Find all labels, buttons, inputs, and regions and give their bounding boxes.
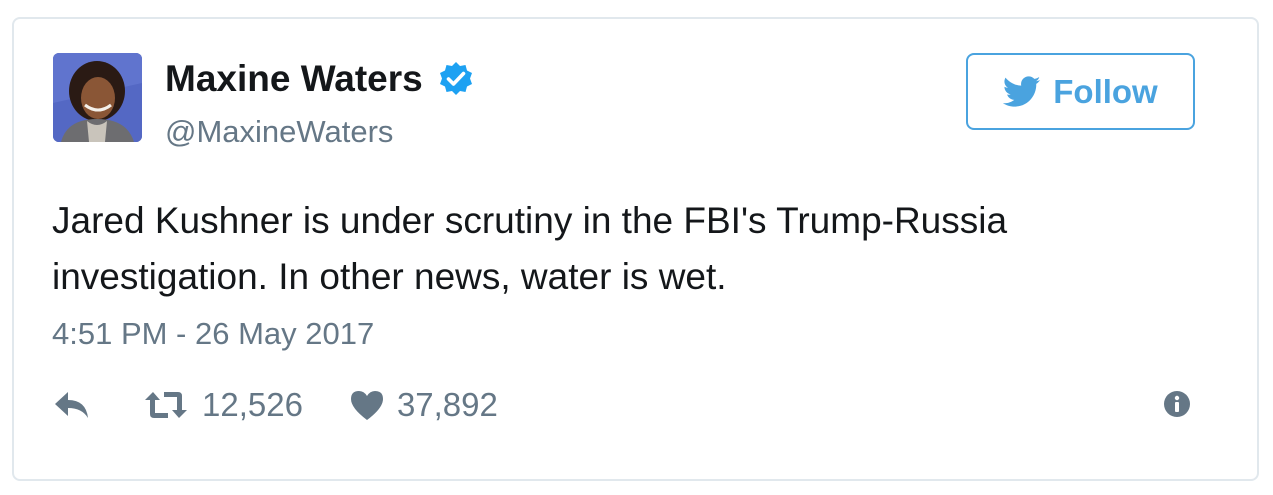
like-button[interactable]: 37,892 [303,383,498,427]
tweet-text: Jared Kushner is under scrutiny in the F… [52,193,1192,305]
follow-label: Follow [1053,72,1158,110]
retweet-icon [145,392,187,418]
heart-icon [350,391,383,420]
display-name[interactable]: Maxine Waters [165,56,423,102]
tweet-timestamp[interactable]: 4:51 PM - 26 May 2017 [52,314,374,354]
follow-button[interactable]: Follow [966,53,1195,130]
info-icon[interactable] [1163,390,1191,418]
tweet-actions: 12,526 37,892 [52,383,498,427]
user-handle[interactable]: @MaxineWaters [165,112,393,152]
verified-badge-icon [437,60,475,98]
tweet-text-line: investigation. In other news, water is w… [52,256,727,297]
tweet-text-line: Jared Kushner is under scrutiny in the F… [52,200,1008,241]
reply-icon [55,392,88,418]
retweet-count: 12,526 [202,386,303,423]
name-row: Maxine Waters [165,56,475,102]
like-count: 37,892 [396,386,498,423]
avatar[interactable] [53,53,142,142]
retweet-button[interactable]: 12,526 [144,383,303,427]
reply-button[interactable] [52,388,144,422]
twitter-bird-icon [1003,75,1041,108]
